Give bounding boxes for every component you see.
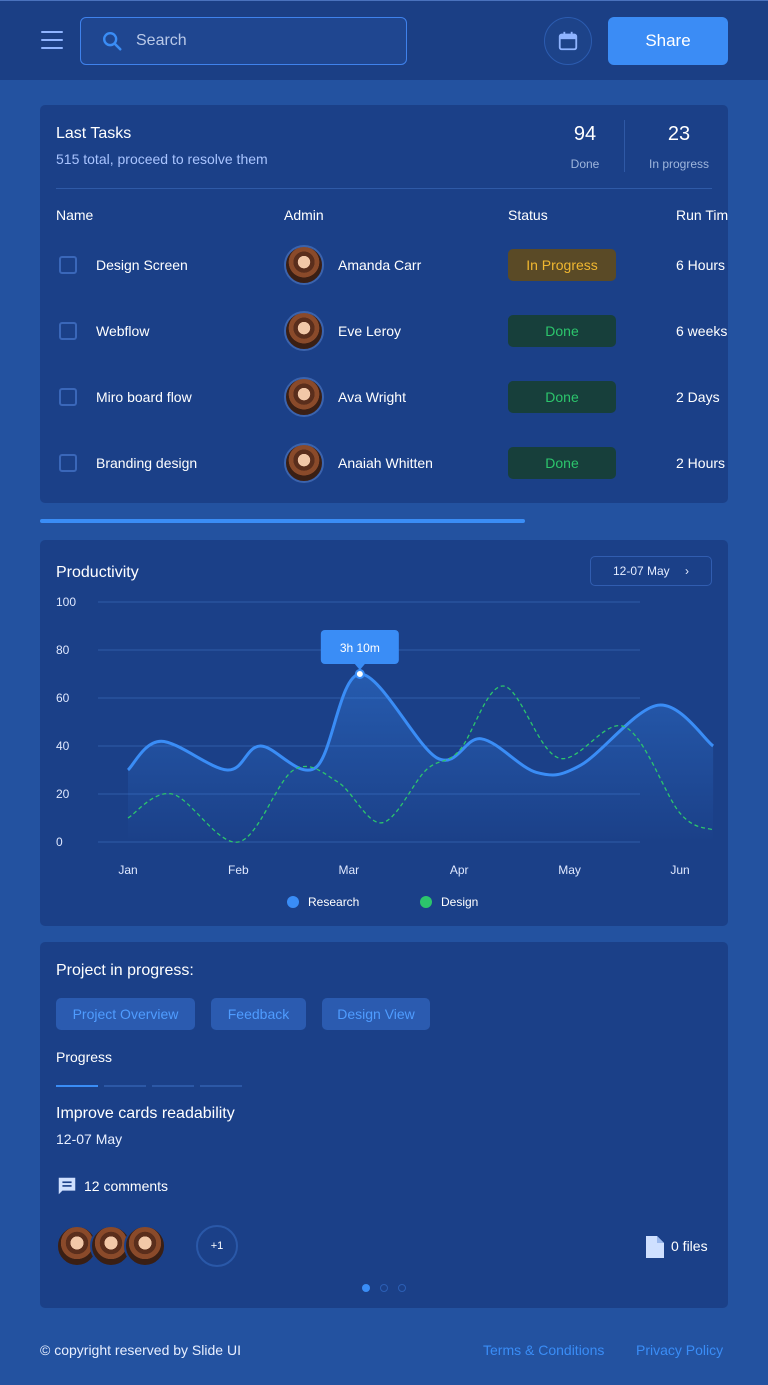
pager-dot[interactable]	[362, 1284, 370, 1292]
productivity-chart: 0 20 40 60 80 100 Jan Feb Mar Apr May Jun 3h 10m Rese…	[56, 595, 715, 909]
column-header-run-time: Run Time	[676, 207, 728, 223]
y-tick-label: 100	[56, 595, 76, 609]
tab-design-view[interactable]: Design View	[322, 998, 430, 1030]
in-progress-label: In progress	[648, 157, 710, 171]
avatar	[284, 245, 324, 285]
row-checkbox[interactable]	[59, 256, 77, 274]
run-time: 6 Hours	[676, 257, 726, 273]
x-tick-label: Jan	[118, 863, 137, 877]
privacy-link[interactable]: Privacy Policy	[636, 1342, 723, 1358]
legend-label: Research	[308, 895, 359, 909]
table-row: Miro board flow Ava Wright Done 2 Days	[40, 364, 728, 430]
run-time: 2 Hours	[676, 455, 726, 471]
files-count: 0 files	[671, 1238, 708, 1254]
y-tick-label: 20	[56, 787, 70, 801]
table-row: Design Screen Amanda Carr In Progress 6 …	[40, 232, 728, 298]
project-task-date: 12-07 May	[56, 1131, 123, 1147]
column-header-status: Status	[508, 207, 548, 223]
member-avatar	[124, 1225, 166, 1267]
avatar	[284, 377, 324, 417]
admin-name: Amanda Carr	[338, 257, 422, 273]
task-name: Miro board flow	[96, 389, 192, 405]
task-name: Design Screen	[96, 257, 188, 273]
last-tasks-card: Last Tasks 515 total, proceed to resolve…	[40, 105, 728, 503]
admin-name: Ava Wright	[338, 389, 406, 405]
tab-feedback[interactable]: Feedback	[211, 998, 306, 1030]
divider	[56, 188, 712, 189]
table-row: Branding design Anaiah Whitten Done 2 Ho…	[40, 430, 728, 496]
tasks-subtitle: 515 total, proceed to resolve them	[56, 151, 268, 167]
progress-label: Progress	[56, 1049, 113, 1065]
run-time: 2 Days	[676, 389, 720, 405]
y-tick-label: 40	[56, 739, 70, 753]
project-title: Project in progress:	[56, 962, 194, 979]
share-button[interactable]: Share	[608, 17, 728, 65]
legend-marker	[287, 896, 299, 908]
search-box[interactable]	[80, 17, 407, 65]
done-count: 94	[573, 123, 597, 145]
file-icon	[646, 1236, 664, 1258]
calendar-icon	[558, 31, 578, 51]
y-tick-label: 80	[56, 643, 70, 657]
admin-name: Eve Leroy	[338, 323, 402, 339]
calendar-button[interactable]	[544, 17, 592, 65]
column-header-admin: Admin	[284, 207, 324, 223]
tooltip-label: 3h 10m	[340, 641, 380, 655]
horizontal-scrollbar[interactable]	[40, 519, 525, 523]
status-badge: Done	[508, 381, 616, 413]
copyright-text: © copyright reserved by Slide UI	[40, 1342, 241, 1358]
avatar	[284, 443, 324, 483]
search-input[interactable]	[136, 18, 396, 64]
task-name: Branding design	[96, 455, 198, 471]
status-badge: Done	[508, 447, 616, 479]
pager-dot[interactable]	[380, 1284, 388, 1292]
search-icon	[103, 32, 122, 51]
comment-icon	[58, 1177, 76, 1195]
progress-step	[152, 1085, 194, 1087]
admin-name: Anaiah Whitten	[338, 455, 433, 471]
status-badge: In Progress	[508, 249, 616, 281]
avatar	[284, 311, 324, 351]
x-tick-label: Feb	[228, 863, 249, 877]
x-tick-label: Mar	[338, 863, 359, 877]
stat-divider	[624, 120, 625, 172]
research-area	[128, 673, 714, 842]
row-checkbox[interactable]	[59, 322, 77, 340]
column-header-name: Name	[56, 207, 94, 223]
row-checkbox[interactable]	[59, 454, 77, 472]
y-tick-label: 0	[56, 835, 63, 849]
run-time: 6 weeks	[676, 323, 728, 339]
tab-project-overview[interactable]: Project Overview	[56, 998, 195, 1030]
legend-marker	[420, 896, 432, 908]
pager-dot[interactable]	[398, 1284, 406, 1292]
y-tick-label: 60	[56, 691, 70, 705]
done-label: Done	[570, 157, 600, 171]
comments-count: 12 comments	[84, 1178, 169, 1194]
more-members-button[interactable]: +1	[196, 1225, 238, 1267]
progress-step	[200, 1085, 242, 1087]
x-tick-label: May	[558, 863, 581, 877]
tasks-title: Last Tasks	[56, 125, 132, 142]
x-tick-label: Apr	[450, 863, 469, 877]
progress-step	[104, 1085, 146, 1087]
task-name: Webflow	[96, 323, 150, 339]
row-checkbox[interactable]	[59, 388, 77, 406]
terms-link[interactable]: Terms & Conditions	[483, 1342, 604, 1358]
tooltip-marker	[354, 669, 365, 679]
x-tick-label: Jun	[670, 863, 689, 877]
project-card: Project in progress: Project Overview Fe…	[40, 942, 728, 1308]
project-task-name: Improve cards readability	[56, 1105, 235, 1122]
menu-icon[interactable]	[41, 31, 63, 51]
progress-step	[56, 1085, 98, 1087]
productivity-card: Productivity 12-07 May › 0 20 40 60 80 100 Jan…	[40, 540, 728, 926]
top-bar: Share	[0, 0, 768, 80]
status-badge: Done	[508, 315, 616, 347]
in-progress-count: 23	[667, 123, 691, 145]
legend-label: Design	[441, 895, 478, 909]
table-row: Webflow Eve Leroy Done 6 weeks	[40, 298, 728, 364]
